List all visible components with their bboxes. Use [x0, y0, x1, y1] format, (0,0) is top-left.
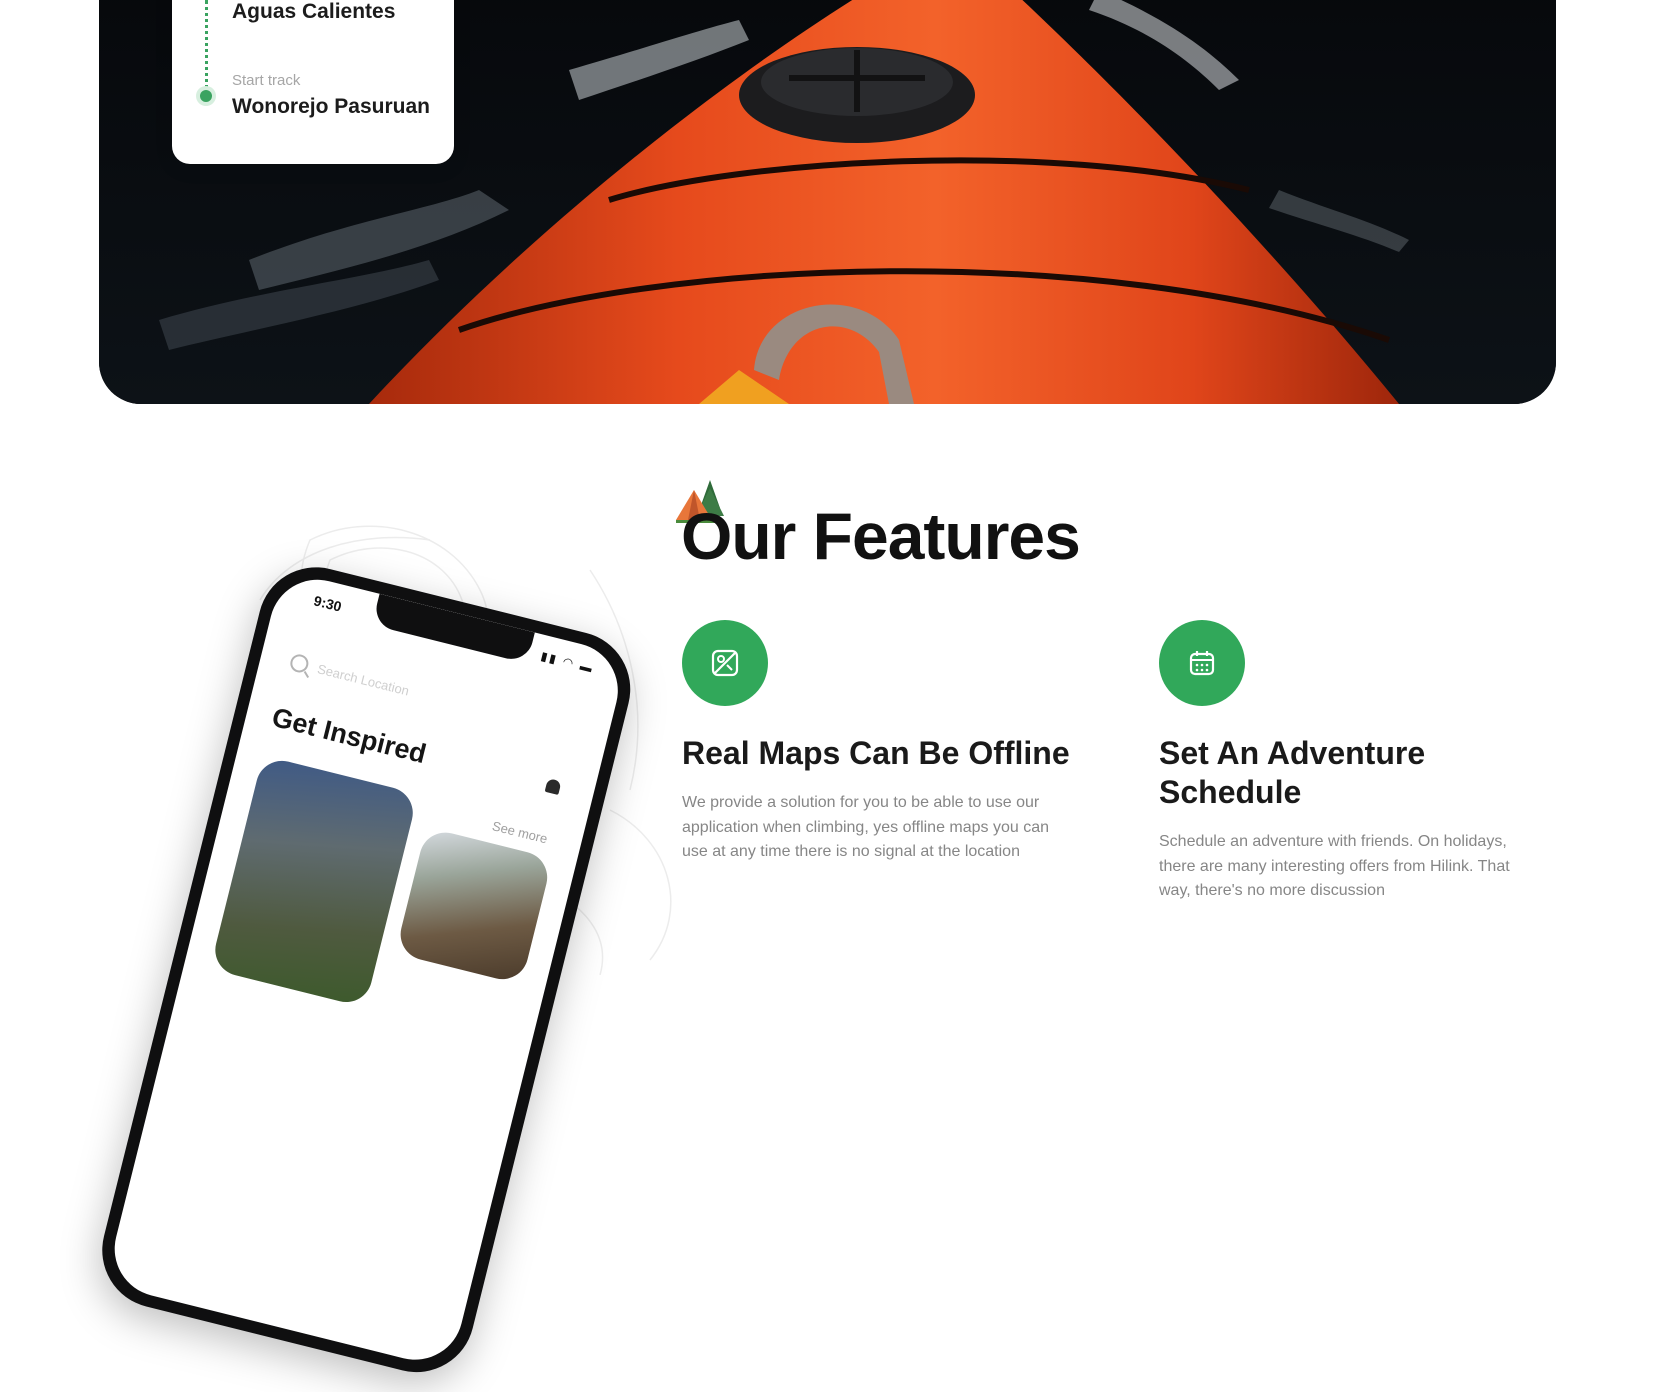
feature-title: Set An Adventure Schedule: [1159, 735, 1426, 810]
calendar-icon: [1189, 651, 1215, 676]
features-title: Our Features: [681, 499, 1081, 573]
bell-icon[interactable]: [544, 777, 562, 795]
status-time: 9:30: [312, 592, 344, 615]
feature-icon-circle: [1159, 620, 1245, 706]
feature-offline-maps: Real Maps Can Be Offline We provide a so…: [682, 620, 1082, 865]
route-start-dot: [200, 90, 212, 102]
search-icon: [288, 652, 311, 675]
route-card: Aguas Calientes Start track Wonorejo Pas…: [172, 0, 454, 164]
feature-title: Real Maps Can Be Offline: [682, 735, 1070, 771]
feature-description: Schedule an adventure with friends. On h…: [1159, 833, 1510, 899]
route-start-label: Start track: [232, 72, 301, 89]
phone-screen: 9:30 ▮▮ ◠ ▬ Search Location Get Inspired…: [104, 569, 628, 1370]
search-placeholder: Search Location: [315, 660, 411, 699]
feature-adventure-schedule: Set An Adventure Schedule Schedule an ad…: [1159, 620, 1559, 904]
phone-section-title: Get Inspired: [269, 702, 430, 770]
route-destination: Aguas Calientes: [232, 0, 396, 23]
phone-frame: 9:30 ▮▮ ◠ ▬ Search Location Get Inspired…: [89, 555, 643, 1385]
feature-description: We provide a solution for you to be able…: [682, 794, 1050, 860]
route-dotted-line: [205, 0, 208, 96]
valley-photo-card[interactable]: [395, 827, 553, 985]
route-start-location: Wonorejo Pasuruan: [232, 95, 430, 118]
mountain-photo-card[interactable]: [209, 755, 419, 1008]
feature-icon-circle: [682, 620, 768, 706]
map-icon: [711, 649, 739, 677]
signal-wifi-battery-icon: ▮▮ ◠ ▬: [539, 648, 596, 676]
phone-mockup: 9:30 ▮▮ ◠ ▬ Search Location Get Inspired…: [89, 555, 672, 1385]
see-more-link[interactable]: See more: [491, 818, 549, 846]
